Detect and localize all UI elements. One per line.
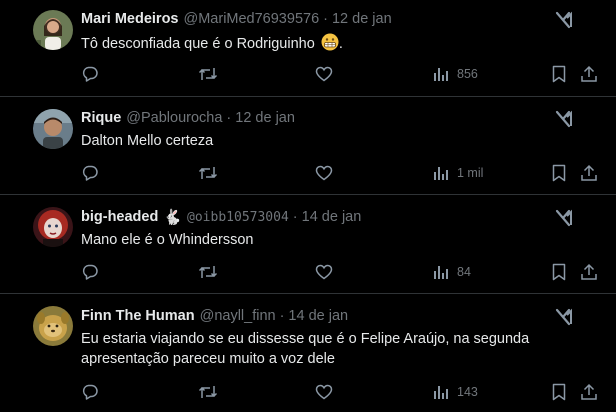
tweet-text: Mano ele é o Whindersson <box>81 232 254 248</box>
views-count: 856 <box>457 67 478 81</box>
separator: · <box>292 209 298 225</box>
tweet-actions: 143 <box>0 381 616 403</box>
tweet[interactable]: big-headed 🐇 @oibb10573004 · 14 de jan M… <box>0 195 616 294</box>
display-name[interactable]: big-headed <box>81 209 158 225</box>
like-icon[interactable] <box>315 261 333 283</box>
tweet-date[interactable]: 12 de jan <box>235 110 295 126</box>
views-count: 143 <box>457 385 478 399</box>
views-count: 1 mil <box>457 166 484 180</box>
grok-icon[interactable] <box>554 307 574 327</box>
views-stat[interactable]: 1 mil <box>433 162 483 184</box>
tweet-text-suffix: . <box>338 36 343 52</box>
tweet-text-body: Tô desconfiada que é o Rodriguinho <box>81 36 315 52</box>
rabbit-emoji: 🐇 <box>163 209 183 226</box>
tweet-header: big-headed 🐇 @oibb10573004 · 14 de jan <box>81 207 361 227</box>
tweet-date[interactable]: 12 de jan <box>332 11 392 27</box>
tweet-actions: 1 mil <box>0 162 616 184</box>
like-icon[interactable] <box>315 162 333 184</box>
user-handle[interactable]: @MariMed76939576 <box>184 11 320 27</box>
retweet-icon[interactable] <box>198 63 218 85</box>
views-stat[interactable]: 84 <box>433 261 471 283</box>
grok-icon[interactable] <box>554 208 574 228</box>
views-icon <box>433 165 449 181</box>
tweet-text: Tô desconfiada que é o Rodriguinho . <box>81 33 581 54</box>
grimacing-face-emoji <box>321 33 339 51</box>
tweet-actions: 84 <box>0 261 616 283</box>
display-name[interactable]: Finn The Human <box>81 308 195 324</box>
bookmark-icon[interactable] <box>551 63 567 85</box>
avatar[interactable] <box>33 10 73 50</box>
display-name[interactable]: Rique <box>81 110 121 126</box>
retweet-icon[interactable] <box>198 381 218 403</box>
share-icon[interactable] <box>580 381 598 403</box>
grok-icon[interactable] <box>554 109 574 129</box>
user-handle[interactable]: @nayll_finn <box>200 308 276 324</box>
bookmark-icon[interactable] <box>551 261 567 283</box>
views-stat[interactable]: 856 <box>433 63 478 85</box>
tweet[interactable]: Rique @Pablourocha · 12 de jan Dalton Me… <box>0 97 616 195</box>
tweet[interactable]: Finn The Human @nayll_finn · 14 de jan E… <box>0 294 616 412</box>
tweet[interactable]: Mari Medeiros @MariMed76939576 · 12 de j… <box>0 0 616 97</box>
separator: · <box>226 110 232 126</box>
reply-icon[interactable] <box>81 261 99 283</box>
bookmark-icon[interactable] <box>551 381 567 403</box>
like-icon[interactable] <box>315 63 333 85</box>
tweet-header: Mari Medeiros @MariMed76939576 · 12 de j… <box>81 9 392 29</box>
display-name[interactable]: Mari Medeiros <box>81 11 179 27</box>
separator: · <box>323 11 328 27</box>
bookmark-icon[interactable] <box>551 162 567 184</box>
share-icon[interactable] <box>580 261 598 283</box>
tweet-text: Dalton Mello certeza <box>81 133 214 149</box>
tweet-actions: 856 <box>0 63 616 85</box>
views-icon <box>433 384 449 400</box>
tweet-text: Eu estaria viajando se eu dissesse que é… <box>81 331 530 367</box>
share-icon[interactable] <box>580 63 598 85</box>
tweet-header: Rique @Pablourocha · 12 de jan <box>81 108 295 128</box>
avatar[interactable] <box>33 207 73 247</box>
separator: · <box>279 308 285 324</box>
avatar[interactable] <box>33 109 73 149</box>
reply-icon[interactable] <box>81 162 99 184</box>
user-handle[interactable]: @oibb10573004 <box>187 210 289 225</box>
retweet-icon[interactable] <box>198 261 218 283</box>
like-icon[interactable] <box>315 381 333 403</box>
retweet-icon[interactable] <box>198 162 218 184</box>
tweet-header: Finn The Human @nayll_finn · 14 de jan <box>81 306 348 326</box>
grok-icon[interactable] <box>554 10 574 30</box>
reply-icon[interactable] <box>81 381 99 403</box>
views-icon <box>433 66 449 82</box>
tweet-date[interactable]: 14 de jan <box>288 308 348 324</box>
user-handle[interactable]: @Pablourocha <box>126 110 222 126</box>
share-icon[interactable] <box>580 162 598 184</box>
views-count: 84 <box>457 265 471 279</box>
tweet-date[interactable]: 14 de jan <box>302 209 362 225</box>
views-stat[interactable]: 143 <box>433 381 478 403</box>
avatar[interactable] <box>33 306 73 346</box>
reply-icon[interactable] <box>81 63 99 85</box>
views-icon <box>433 264 449 280</box>
